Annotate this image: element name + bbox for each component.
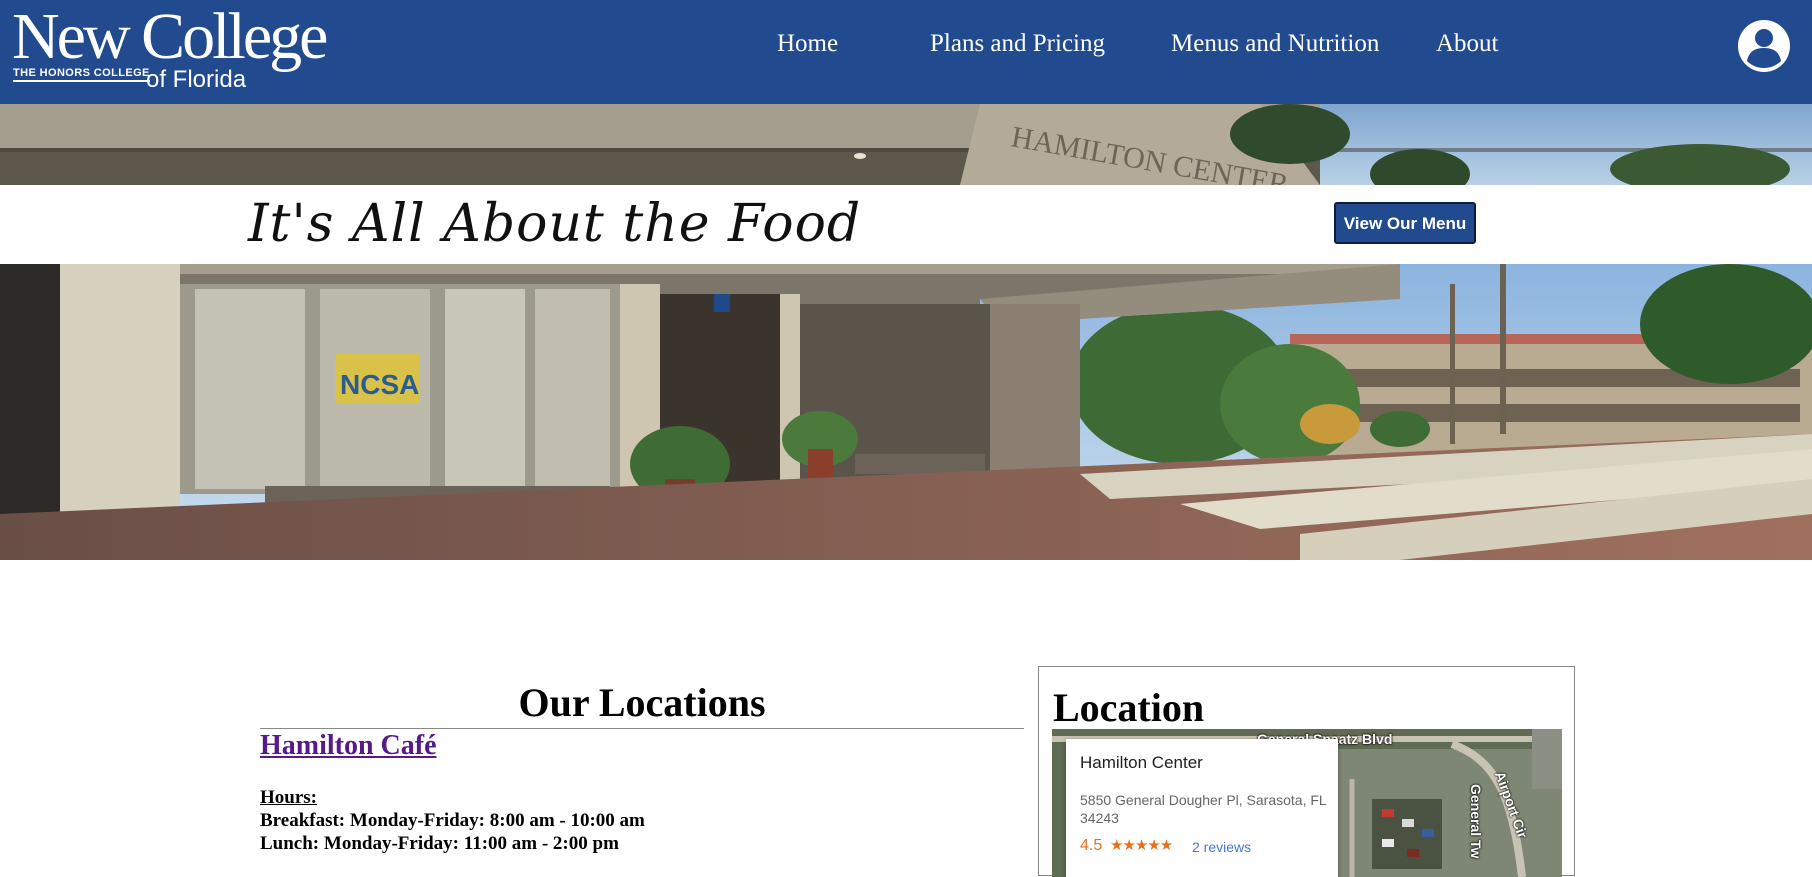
reviews-link[interactable]: 2 reviews (1192, 839, 1251, 855)
hero-tagline: It's All About the Food (248, 194, 862, 254)
locations-section: Our Locations (260, 680, 1024, 726)
location-map-card: Location General Spaatz Blvd Airport Cir… (1038, 666, 1575, 877)
place-address: 5850 General Dougher Pl, Sarasota, FL 34… (1080, 792, 1327, 826)
hero-banner: It's All About the Food View Our Menu (0, 185, 1812, 264)
hero-image-top: HAMILTON CENTER (0, 104, 1812, 185)
hero-image-building: NCSA (0, 264, 1812, 560)
nav-home[interactable]: Home (777, 30, 838, 58)
logo-wordmark: New College (12, 0, 328, 73)
logo-florida: of Florida (146, 66, 247, 93)
logo-tagline: THE HONORS COLLEGE (13, 67, 150, 82)
rating-stars-icon: ★★★★★ (1110, 837, 1173, 854)
hours-lunch: Lunch: Monday-Friday: 11:00 am - 2:00 pm (260, 833, 619, 854)
hours-breakfast: Breakfast: Monday-Friday: 8:00 am - 10:0… (260, 810, 645, 831)
nav-about[interactable]: About (1436, 30, 1499, 58)
locations-heading: Our Locations (518, 680, 766, 725)
view-menu-button[interactable]: View Our Menu (1334, 202, 1476, 244)
hours-label: Hours: (260, 787, 317, 808)
locations-divider (260, 728, 1024, 729)
nav-menus-and-nutrition[interactable]: Menus and Nutrition (1171, 30, 1379, 58)
place-name: Hamilton Center (1080, 753, 1203, 772)
user-account-icon[interactable] (1738, 20, 1790, 72)
nav-plans-and-pricing[interactable]: Plans and Pricing (930, 30, 1105, 58)
map-card-heading: Location (1053, 685, 1205, 730)
embedded-map[interactable]: General Spaatz Blvd Airport Cir General … (1052, 729, 1562, 877)
ncsa-sign: NCSA (340, 369, 419, 400)
map-road-general-tw: General Tw (1468, 784, 1484, 859)
place-rating: 4.5 (1080, 837, 1103, 854)
new-college-logo[interactable]: New College THE HONORS COLLEGE of Florid… (12, 2, 328, 98)
top-navigation-bar: New College THE HONORS COLLEGE of Florid… (0, 0, 1812, 104)
hamilton-cafe-link[interactable]: Hamilton Café (260, 730, 437, 762)
map-place-popup: Hamilton Center 5850 General Dougher Pl,… (1066, 739, 1338, 877)
